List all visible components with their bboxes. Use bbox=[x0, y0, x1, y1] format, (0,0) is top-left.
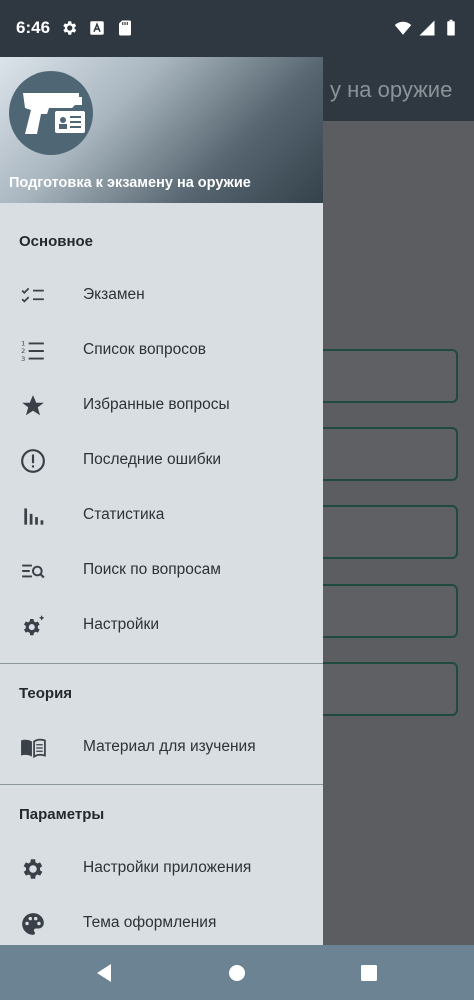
drawer-item-favorites[interactable]: Избранные вопросы bbox=[0, 378, 323, 433]
drawer-item-settings[interactable]: Настройки bbox=[0, 598, 323, 653]
alert-circle-icon bbox=[21, 449, 45, 473]
drawer-item-label: Настройки bbox=[83, 616, 160, 633]
gear-icon bbox=[63, 21, 77, 35]
drawer-item-label: Список вопросов bbox=[83, 341, 206, 358]
drawer-item-recent-mistakes[interactable]: Последние ошибки bbox=[0, 433, 323, 488]
divider bbox=[0, 784, 323, 785]
battery-icon bbox=[447, 19, 455, 36]
bg-card bbox=[300, 662, 458, 716]
star-icon bbox=[22, 395, 44, 416]
a-box-icon bbox=[90, 21, 104, 35]
drawer-item-label: Материал для изучения bbox=[83, 738, 256, 755]
list-search-icon bbox=[22, 564, 45, 579]
pistol-icon bbox=[23, 93, 85, 134]
drawer-item-label: Экзамен bbox=[83, 286, 145, 303]
signal-icon bbox=[419, 20, 435, 36]
section-header-theory: Теория bbox=[19, 685, 73, 702]
drawer-item-label: Избранные вопросы bbox=[83, 396, 230, 413]
back-icon[interactable] bbox=[93, 961, 117, 985]
recents-icon[interactable] bbox=[357, 961, 381, 985]
wifi-icon bbox=[394, 21, 412, 35]
numbered-list-icon: 123 bbox=[21, 340, 44, 363]
drawer-item-label: Поиск по вопросам bbox=[83, 561, 221, 578]
bar-chart-icon bbox=[24, 508, 44, 525]
drawer-item-label: Настройки приложения bbox=[83, 859, 252, 876]
status-time: 6:46 bbox=[16, 18, 51, 37]
system-nav-bar bbox=[0, 945, 474, 1000]
drawer-item-search-questions[interactable]: Поиск по вопросам bbox=[0, 543, 323, 598]
drawer-item-questions-list[interactable]: 123 Список вопросов bbox=[0, 323, 323, 378]
bg-card bbox=[300, 349, 458, 403]
bg-card bbox=[300, 427, 458, 481]
drawer-title: Подготовка к экзамену на оружие bbox=[9, 175, 251, 191]
drawer-item-label: Последние ошибки bbox=[83, 451, 222, 468]
section-header-parameters: Параметры bbox=[19, 806, 105, 823]
settings-sparkle-icon bbox=[24, 615, 45, 636]
app-logo bbox=[9, 71, 93, 155]
status-bar: 6:46 bbox=[0, 0, 474, 57]
section-header-main: Основное bbox=[19, 233, 94, 250]
divider bbox=[0, 663, 323, 664]
drawer-item-study-material[interactable]: Материал для изучения bbox=[0, 720, 323, 775]
drawer-item-label: Статистика bbox=[83, 506, 165, 523]
checklist-icon bbox=[21, 287, 44, 303]
drawer-item-theme[interactable]: Тема оформления bbox=[0, 896, 323, 945]
drawer-item-exam[interactable]: Экзамен bbox=[0, 268, 323, 323]
bg-card bbox=[300, 505, 458, 559]
drawer-item-label: Тема оформления bbox=[83, 914, 217, 931]
palette-icon bbox=[22, 913, 44, 935]
navigation-drawer: Подготовка к экзамену на оружие Основное… bbox=[0, 57, 323, 945]
drawer-item-app-settings[interactable]: Настройки приложения bbox=[0, 841, 323, 896]
home-icon[interactable] bbox=[225, 961, 249, 985]
app-bar-title: у на оружие bbox=[330, 77, 453, 102]
drawer-item-statistics[interactable]: Статистика bbox=[0, 488, 323, 543]
bg-card bbox=[300, 584, 458, 638]
sd-card-icon bbox=[119, 20, 131, 36]
gear-icon bbox=[23, 859, 43, 879]
svg-text:3: 3 bbox=[21, 355, 25, 363]
drawer-header: Подготовка к экзамену на оружие bbox=[0, 57, 323, 203]
book-open-icon bbox=[21, 738, 46, 759]
